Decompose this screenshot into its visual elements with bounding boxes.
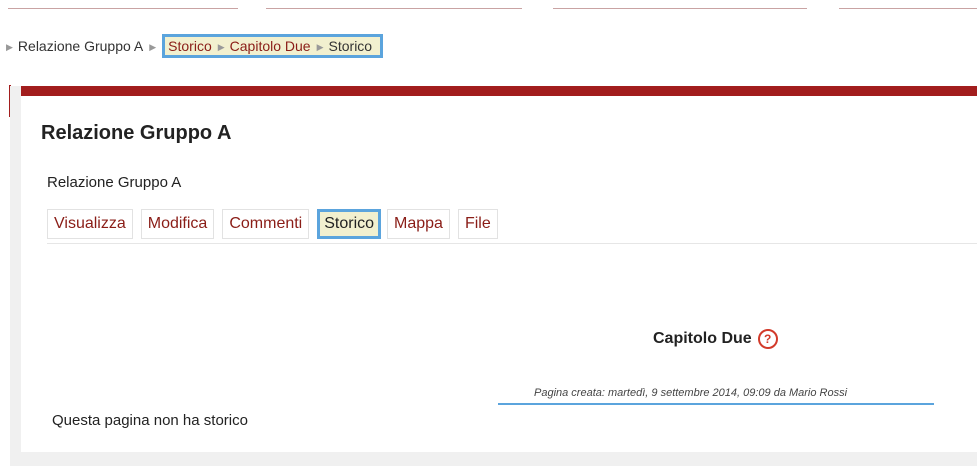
breadcrumb-arrow-icon: ▶: [217, 41, 225, 52]
breadcrumb-item-history[interactable]: Storico: [168, 38, 212, 54]
page-subtitle: Relazione Gruppo A: [47, 174, 182, 191]
tabs-divider: [47, 243, 977, 244]
section-title: Capitolo Due: [653, 330, 752, 347]
breadcrumb-arrow-icon: ▶: [149, 41, 157, 52]
breadcrumb-item-chapter[interactable]: Capitolo Due: [230, 38, 311, 54]
top-divider: [266, 8, 522, 9]
breadcrumb: ▶ Relazione Gruppo A ▶ Storico ▶ Capitol…: [0, 34, 384, 58]
breadcrumb-item-group-report[interactable]: Relazione Gruppo A: [18, 38, 143, 54]
tab-view[interactable]: Visualizza: [47, 209, 133, 239]
no-history-message: Questa pagina non ha storico: [52, 412, 248, 429]
top-divider: [839, 8, 977, 9]
help-icon[interactable]: ?: [757, 329, 778, 349]
tab-comments[interactable]: Commenti: [222, 209, 310, 239]
breadcrumb-arrow-icon: ▶: [6, 41, 13, 52]
tab-files[interactable]: File: [457, 209, 498, 239]
breadcrumb-item-current: Storico: [328, 38, 373, 54]
breadcrumb-highlight: Storico ▶ Capitolo Due ▶ Storico: [162, 34, 384, 58]
breadcrumb-arrow-icon: ▶: [316, 41, 324, 52]
tab-bar: Visualizza Modifica Commenti Storico Map…: [47, 209, 506, 239]
top-divider: [553, 8, 807, 9]
section-heading: Capitolo Due ?: [653, 329, 778, 349]
content-panel: Relazione Gruppo A Relazione Gruppo A Vi…: [10, 86, 977, 466]
created-info-underline: [498, 403, 934, 405]
tab-history[interactable]: Storico: [317, 209, 382, 239]
top-divider: [8, 8, 238, 9]
tab-map[interactable]: Mappa: [387, 209, 450, 239]
tab-edit[interactable]: Modifica: [140, 209, 215, 239]
content-card: Relazione Gruppo A Relazione Gruppo A Vi…: [21, 86, 977, 452]
page-created-info: Pagina creata: martedì, 9 settembre 2014…: [534, 387, 848, 399]
page-title: Relazione Gruppo A: [41, 122, 232, 144]
